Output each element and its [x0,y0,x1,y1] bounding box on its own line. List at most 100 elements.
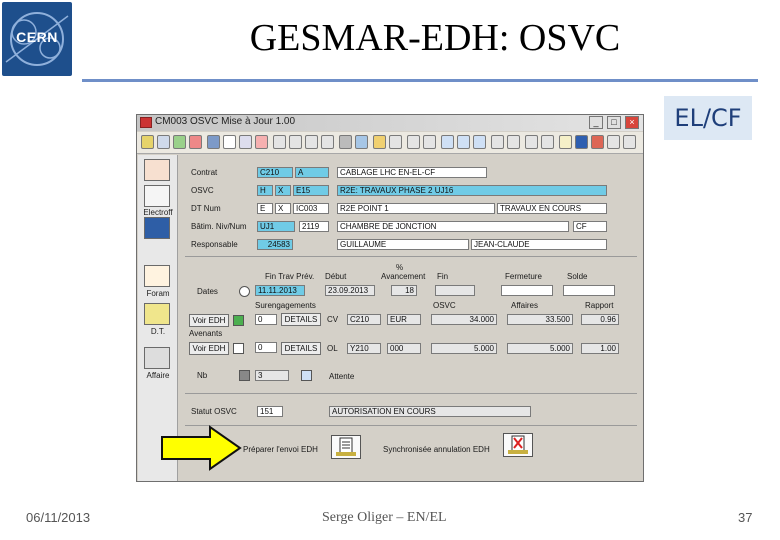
grid-icon[interactable] [457,135,470,149]
batim-desc-field[interactable]: CHAMBRE DE JONCTION [337,221,569,232]
batim-a-field[interactable]: UJ1 [257,221,295,232]
mail-icon[interactable] [525,135,538,149]
batim-b-field[interactable]: 2119 [299,221,329,232]
osvc-b-field[interactable]: X [275,185,291,196]
cv-currency-field[interactable]: EUR [387,314,421,325]
first-record-icon[interactable] [273,135,286,149]
delete-icon[interactable] [255,135,268,149]
fermeture-field[interactable] [501,285,553,296]
responsable-last-field[interactable]: GUILLAUME [337,239,469,250]
avenant-count-field[interactable]: 0 [255,342,277,353]
document-x-icon[interactable] [144,217,170,239]
dt-desc-field[interactable]: R2E POINT 1 [337,203,495,214]
label-statut: Statut OSVC [191,407,237,416]
dt-c-field[interactable]: IC003 [293,203,329,214]
edit-pencil-icon[interactable] [233,343,244,354]
worker-icon[interactable] [144,303,170,325]
osvc-a-field[interactable]: H [257,185,273,196]
counter-icon [239,370,250,381]
last-record-icon[interactable] [321,135,334,149]
cv-rapport-field[interactable]: 0.96 [581,314,619,325]
calculator-icon[interactable] [507,135,520,149]
voir-edh-button-2[interactable]: Voir EDH [189,342,229,355]
window-title: CM003 OSVC Mise à Jour 1.00 [155,116,296,127]
highlight-arrow-icon [161,425,242,471]
dt-status-field[interactable]: TRAVAUX EN COURS [497,203,607,214]
dt-b-field[interactable]: X [275,203,291,214]
document-cancel-icon [508,435,528,454]
avancement-field[interactable]: 18 [391,285,417,296]
contrat-code-field[interactable]: C210 [257,167,293,178]
info-icon[interactable] [575,135,588,149]
label-dt-num: DT Num [191,204,221,213]
voir-edh-button-1[interactable]: Voir EDH [189,314,229,327]
ol-currency-field[interactable]: 000 [387,343,421,354]
new-record-icon[interactable] [223,135,236,149]
arrow-right-icon[interactable] [423,135,436,149]
detail-button-2[interactable]: DETAILS [281,342,321,355]
maximize-button[interactable]: □ [607,116,621,129]
responsable-id-field[interactable]: 24583 [257,239,293,250]
dt-a-field[interactable]: E [257,203,273,214]
ol-code-field[interactable]: Y210 [347,343,381,354]
help-icon[interactable] [559,135,572,149]
export-icon[interactable] [389,135,402,149]
label-fin-prev: Fin Trav Prév. [265,272,315,281]
search-icon[interactable] [339,135,352,149]
detail-button-1[interactable]: DETAILS [281,313,321,326]
label-surengagements: Surengagements [255,301,316,310]
cv-code-field[interactable]: C210 [347,314,381,325]
dropdown-icon[interactable] [157,135,170,149]
engagement-count-field[interactable]: 0 [255,314,277,325]
settings-icon[interactable] [607,135,620,149]
statut-code-field[interactable]: 151 [257,406,283,417]
statut-desc-field[interactable]: AUTORISATION EN COURS [329,406,531,417]
clock-icon[interactable] [239,286,250,297]
debut-field[interactable]: 23.09.2013 [325,285,375,296]
save-icon[interactable] [207,135,220,149]
osvc-desc-field[interactable]: R2E: TRAVAUX PHASE 2 UJ16 [337,185,607,196]
electroff-icon[interactable] [144,159,170,181]
open-icon[interactable] [141,135,154,149]
responsable-first-field[interactable]: JEAN-CLAUDE [471,239,607,250]
synchro-annulation-button[interactable] [503,433,533,457]
solde-field[interactable] [563,285,615,296]
pe-icon[interactable] [144,265,170,287]
window-icon[interactable] [623,135,636,149]
leftbar-label-dt: D.T. [150,327,166,336]
copy-icon[interactable] [239,135,252,149]
attach-icon[interactable] [541,135,554,149]
list-icon[interactable] [441,135,454,149]
ol-rapport-field[interactable]: 1.00 [581,343,619,354]
flag-icon[interactable] [173,135,186,149]
label-dates: Dates [197,287,218,296]
contrat-flag-field[interactable]: A [295,167,329,178]
fin-field[interactable] [435,285,475,296]
exit-icon[interactable] [591,135,604,149]
calendar-icon[interactable] [491,135,504,149]
batim-code-field[interactable]: CF [573,221,607,232]
preparer-envoi-button[interactable] [331,435,361,459]
arrow-left-icon[interactable] [407,135,420,149]
affaire-icon[interactable] [144,347,170,369]
ol-osvc-field[interactable]: 5.000 [431,343,497,354]
person-icon[interactable] [144,185,170,207]
cv-osvc-field[interactable]: 34.000 [431,314,497,325]
next-record-icon[interactable] [305,135,318,149]
print-icon[interactable] [373,135,386,149]
attente-icon[interactable] [301,370,312,381]
slide-title: GESMAR-EDH: OSVC [249,17,621,59]
filter-icon[interactable] [355,135,368,149]
contrat-desc-field[interactable]: CABLAGE LHC EN-EL-CF [337,167,487,178]
ol-affaire-field[interactable]: 5.000 [507,343,573,354]
minimize-button[interactable]: _ [589,116,603,129]
stop-icon[interactable] [189,135,202,149]
tree-icon[interactable] [473,135,486,149]
fin-prev-field[interactable]: 11.11.2013 [255,285,305,296]
globe-icon[interactable] [233,315,244,326]
nb-field[interactable]: 3 [255,370,289,381]
close-button[interactable]: × [625,116,639,129]
cv-affaire-field[interactable]: 33.500 [507,314,573,325]
prev-record-icon[interactable] [289,135,302,149]
osvc-c-field[interactable]: E15 [293,185,329,196]
